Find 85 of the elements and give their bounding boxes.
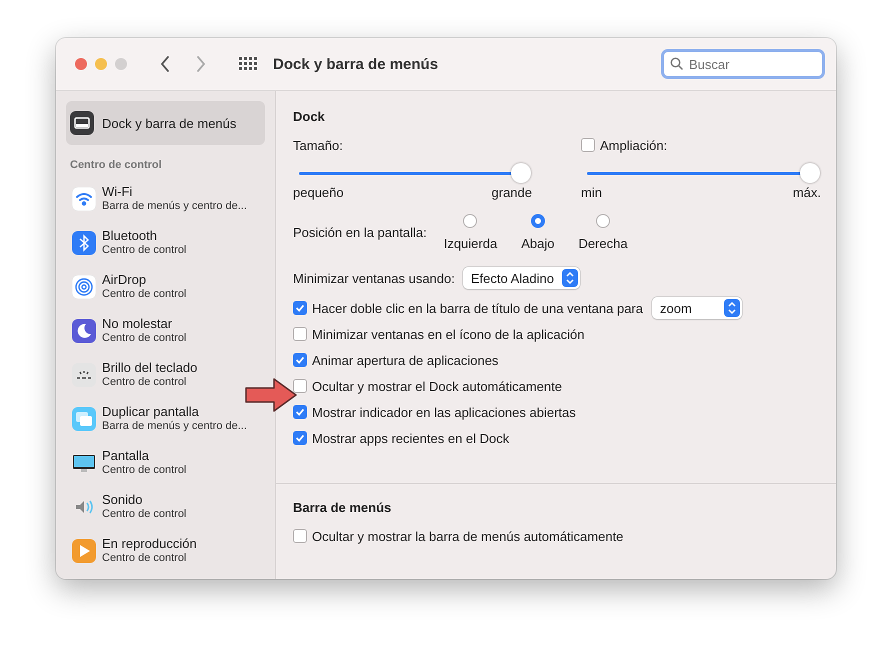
arrow-annotation-icon (244, 377, 298, 413)
item-label: Duplicar pantalla (102, 405, 200, 419)
item-label: AirDrop (102, 273, 148, 287)
checkbox[interactable] (293, 529, 307, 543)
checkbox[interactable] (293, 431, 307, 445)
checkbox[interactable] (293, 327, 307, 341)
minimize-button[interactable] (95, 58, 107, 70)
checkbox-label: Mostrar indicador en las aplicaciones abiertas (312, 404, 576, 420)
item-subtitle: Centro de control (102, 463, 186, 477)
action-dropdown[interactable]: zoom (652, 297, 742, 319)
item-label: Brillo del teclado (102, 361, 198, 375)
sidebar-item[interactable]: Sonido Centro de control (66, 485, 265, 529)
item-subtitle: Centro de control (102, 507, 186, 521)
play-icon (72, 539, 96, 563)
minimize-label: Minimizar ventanas usando: (293, 270, 455, 286)
radio-label: Derecha (578, 236, 628, 251)
moon-icon (72, 319, 96, 343)
checkbox-label: Animar apertura de aplicaciones (312, 352, 498, 368)
item-subtitle: Centro de control (102, 287, 186, 301)
slider-max-label: grande (492, 185, 532, 200)
sidebar-item[interactable]: Bluetooth Centro de control (66, 221, 265, 265)
sidebar-item[interactable]: AirDrop Centro de control (66, 265, 265, 309)
item-subtitle: Centro de control (102, 551, 188, 565)
effect-dropdown[interactable]: Efecto Aladino (462, 267, 580, 289)
item-subtitle: Centro de control (102, 375, 188, 389)
radio-label: Abajo (521, 236, 554, 251)
checkmark-icon (294, 354, 306, 366)
slider-min-label: pequeño (293, 185, 344, 200)
radio-button[interactable] (530, 214, 545, 228)
checkmark-icon (294, 302, 306, 314)
bluetooth-icon (72, 231, 96, 255)
dock-icon (70, 111, 94, 135)
checkbox[interactable] (581, 138, 595, 152)
checkbox-label: Mostrar apps recientes en el Dock (312, 430, 510, 446)
sidebar-item[interactable]: Dock y barra de menús (66, 101, 265, 145)
item-subtitle: Barra de menús y centro de... (102, 199, 247, 213)
radio-label: Izquierda (444, 236, 498, 251)
section-heading: Dock (293, 109, 326, 124)
sidebar-item[interactable]: Wi-Fi Barra de menús y centro de... (66, 177, 265, 221)
checkbox-label: Hacer doble clic en la barra de título de una ventana para (312, 300, 643, 316)
sidebar-item[interactable]: En reproducción Centro de control (66, 529, 265, 573)
back-icon[interactable] (159, 55, 171, 73)
item-label: En reproducción (102, 537, 197, 551)
item-label: Bluetooth (102, 229, 158, 243)
item-subtitle: Barra de menús y centro de... (102, 419, 247, 433)
grid-icon[interactable] (239, 57, 257, 71)
section-label: Centro de control (70, 159, 163, 171)
checkbox-label: Ampliación: (600, 138, 668, 152)
search-field[interactable]: Buscar (661, 49, 825, 79)
item-label: No molestar (102, 317, 174, 331)
radio-button[interactable] (463, 214, 478, 228)
checkmark-icon (294, 406, 306, 418)
sidebar-item[interactable]: Pantalla Centro de control (66, 441, 265, 485)
checkbox[interactable] (293, 405, 307, 419)
airdrop-icon (72, 275, 96, 299)
item-label: Wi-Fi (102, 185, 134, 199)
item-subtitle: Centro de control (102, 331, 186, 345)
checkbox[interactable] (293, 301, 307, 315)
sidebar-item[interactable]: No molestar Centro de control (66, 309, 265, 353)
close-button[interactable] (75, 58, 87, 70)
checkbox-label: Ocultar y mostrar el Dock automáticamente (312, 378, 562, 394)
checkbox-label: Ocultar y mostrar la barra de menús automáticamente (312, 528, 624, 544)
updown-icon (724, 299, 740, 317)
slider-max-label: máx. (792, 185, 821, 200)
item-label: Sonido (102, 493, 144, 507)
position-label: Posición en la pantalla: (293, 225, 427, 240)
forward-icon[interactable] (195, 55, 207, 73)
brightness-icon (72, 363, 96, 387)
radio-button[interactable] (596, 214, 610, 228)
checkbox[interactable] (293, 379, 307, 393)
screens-icon (72, 407, 96, 431)
updown-icon (562, 269, 578, 287)
checkbox-label: Minimizar ventanas en el ícono de la aplicación (312, 326, 584, 342)
checkbox[interactable] (293, 353, 307, 367)
window-title: Dock y barra de menús (273, 56, 438, 72)
wifi-icon (72, 187, 96, 211)
slider-min-label: min (581, 185, 602, 200)
sidebar-item[interactable]: Duplicar pantalla Barra de menús y centro de... (66, 397, 265, 441)
search-icon (670, 57, 683, 70)
checkmark-icon (294, 432, 306, 444)
sidebar-item[interactable]: Brillo del teclado Centro de control (66, 353, 265, 397)
item-subtitle: Centro de control (102, 243, 186, 257)
section-heading: Barra de menús (293, 500, 392, 515)
slider-label: Tamaño: (293, 138, 343, 152)
item-label: Pantalla (102, 449, 150, 463)
